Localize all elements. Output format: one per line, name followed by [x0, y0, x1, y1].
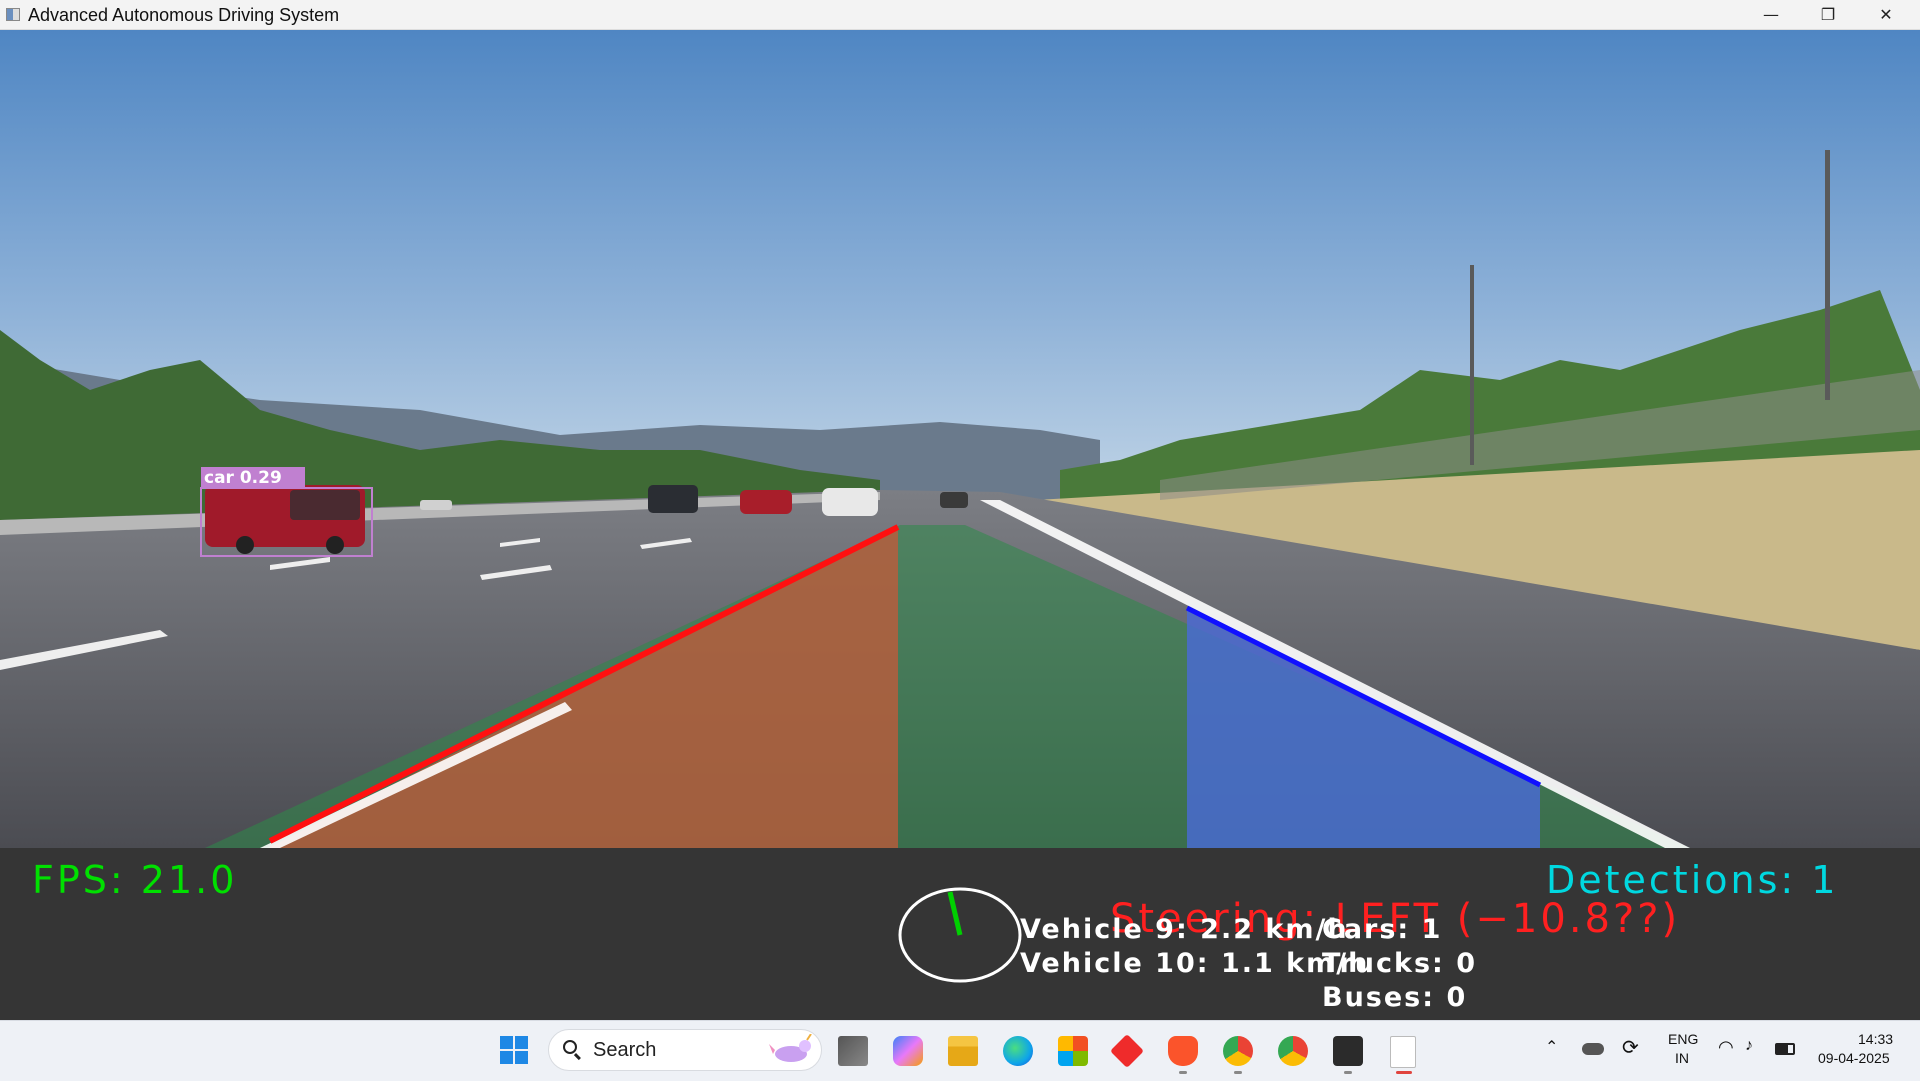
- language-indicator[interactable]: ENG: [1668, 1031, 1698, 1047]
- running-indicator: [1234, 1071, 1242, 1074]
- window-title-bar[interactable]: Advanced Autonomous Driving System — ❐ ✕: [0, 0, 1920, 30]
- taskbar-search[interactable]: Search: [548, 1029, 822, 1071]
- detection-label: car 0.29: [204, 468, 282, 488]
- wifi-icon[interactable]: ◠: [1718, 1037, 1734, 1058]
- video-frame: car 0.29: [0, 30, 1920, 848]
- steering-gauge: [898, 887, 1022, 983]
- running-indicator: [1179, 1071, 1187, 1074]
- search-label: Search: [593, 1039, 657, 1061]
- start-button[interactable]: [500, 1036, 530, 1066]
- edge-icon[interactable]: [1003, 1036, 1033, 1066]
- buses-count: Buses: 0: [1322, 982, 1468, 1013]
- maximize-button[interactable]: ❐: [1800, 0, 1856, 29]
- minimize-button[interactable]: —: [1743, 0, 1799, 29]
- taskbar: Search ⌃ ⟳ ENG IN ◠ ♪ 14:33 09-04-2025: [0, 1020, 1920, 1081]
- clock-time[interactable]: 14:33: [1858, 1031, 1893, 1047]
- clock-date[interactable]: 09-04-2025: [1818, 1050, 1890, 1066]
- detected-vehicle: [205, 485, 365, 554]
- onedrive-icon[interactable]: [1582, 1043, 1604, 1055]
- vehicle-speed-10: Vehicle 10: 1.1 km/h: [1020, 948, 1370, 979]
- vehicle-speed-9: Vehicle 9: 2.2 km/h: [1020, 914, 1349, 945]
- app-icon: [6, 8, 20, 21]
- active-indicator: [1396, 1071, 1412, 1074]
- utility-pole: [1470, 265, 1474, 465]
- trucks-count: Trucks: 0: [1322, 948, 1478, 979]
- running-indicator: [1344, 1071, 1352, 1074]
- steering-gauge-needle: [947, 891, 963, 936]
- search-icon: [563, 1040, 577, 1054]
- chevron-up-icon[interactable]: ⌃: [1545, 1037, 1558, 1057]
- file-explorer-icon[interactable]: [948, 1036, 978, 1066]
- notepad-icon[interactable]: [1390, 1036, 1416, 1068]
- store-icon[interactable]: [1058, 1036, 1088, 1066]
- close-button[interactable]: ✕: [1858, 0, 1914, 29]
- unicorn-icon: [769, 1034, 812, 1062]
- volume-icon[interactable]: ♪: [1745, 1037, 1753, 1055]
- window-title: Advanced Autonomous Driving System: [28, 5, 340, 25]
- fps-readout: FPS: 21.0: [32, 858, 238, 902]
- copilot-icon[interactable]: [893, 1036, 923, 1066]
- brave-icon[interactable]: [1168, 1036, 1198, 1066]
- sync-icon[interactable]: ⟳: [1622, 1035, 1639, 1060]
- chrome-icon[interactable]: [1278, 1036, 1308, 1066]
- task-view-icon[interactable]: [838, 1036, 868, 1066]
- battery-icon[interactable]: [1775, 1043, 1795, 1055]
- terminal-icon[interactable]: [1333, 1036, 1363, 1066]
- chrome-profile-icon[interactable]: [1223, 1036, 1253, 1066]
- utility-pole: [1825, 150, 1830, 400]
- cars-count: Cars: 1: [1322, 914, 1443, 945]
- region-indicator[interactable]: IN: [1675, 1050, 1689, 1066]
- app-red-diamond-icon[interactable]: [1110, 1034, 1144, 1068]
